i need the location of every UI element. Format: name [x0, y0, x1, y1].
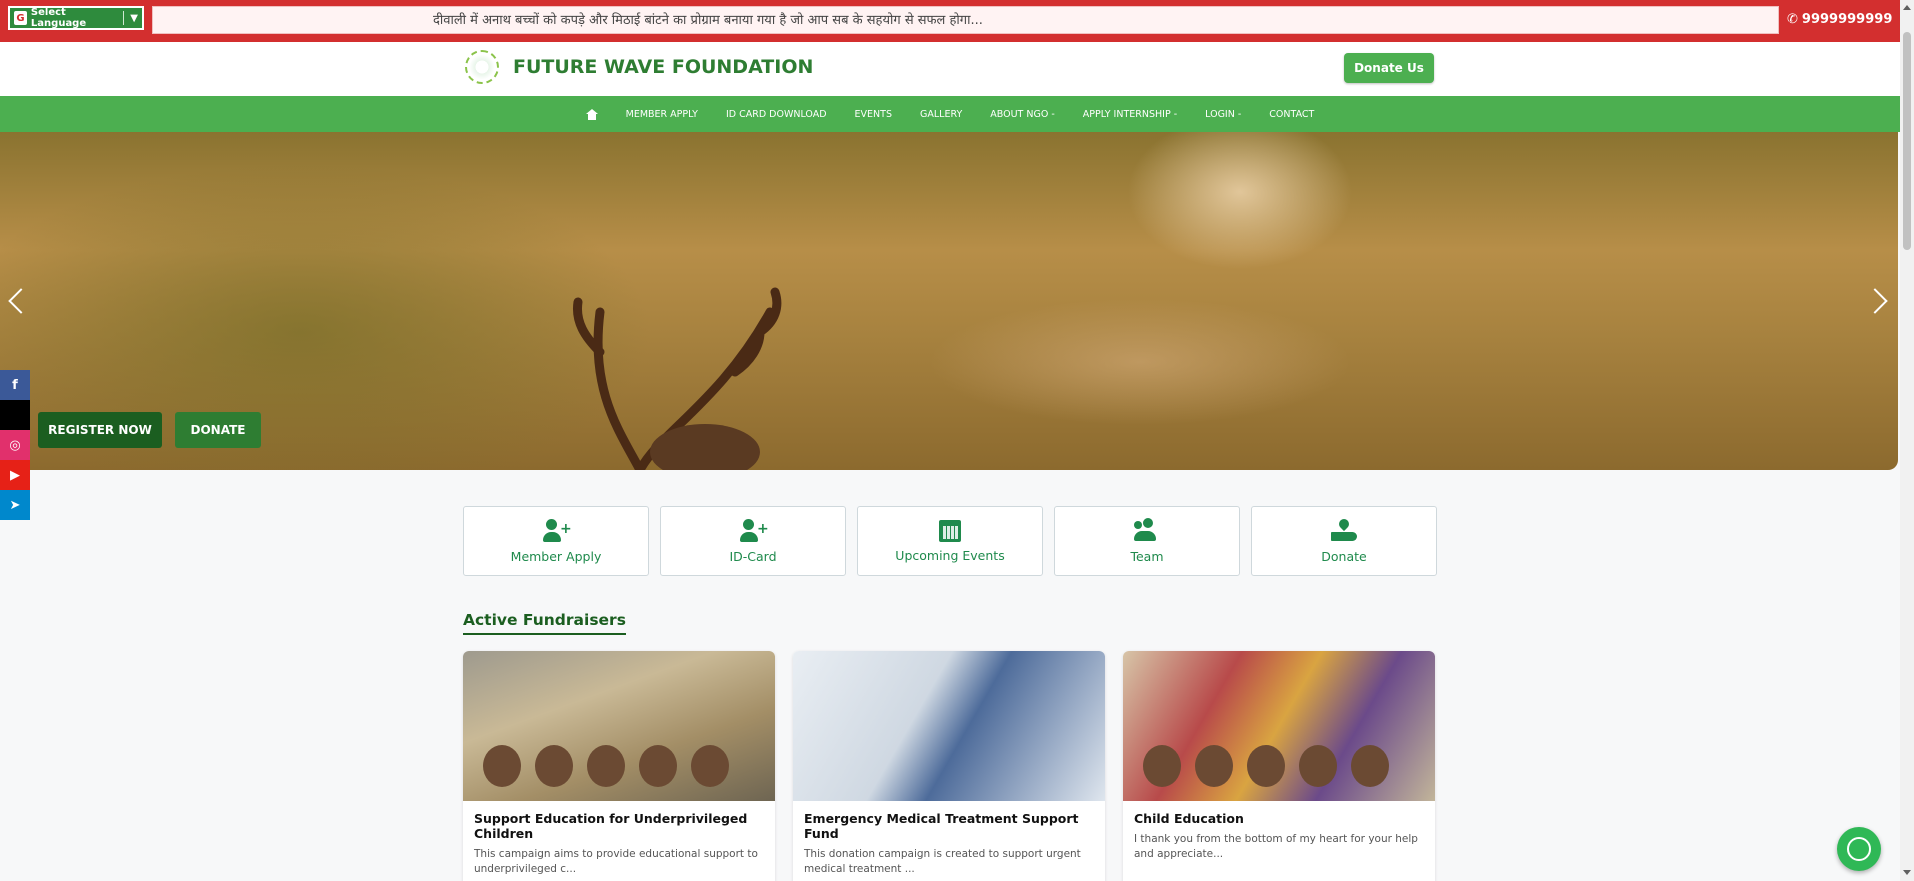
quick-links: + Member Apply + ID-Card Upcoming Events… — [463, 506, 1437, 576]
register-now-button[interactable]: REGISTER NOW — [38, 412, 162, 448]
nav-events[interactable]: EVENTS — [841, 109, 906, 120]
top-announcement-bar: G Select Language ▼ दीवाली में अनाथ बच्च… — [0, 0, 1900, 42]
nav-about-ngo[interactable]: ABOUT NGO - — [976, 109, 1069, 120]
fundraiser-title: Emergency Medical Treatment Support Fund — [804, 811, 1079, 841]
hero-slider: REGISTER NOW DONATE — [0, 132, 1898, 470]
donate-us-button[interactable]: Donate Us — [1344, 53, 1434, 83]
quick-link-label: Member Apply — [510, 548, 602, 564]
nav-id-card-download[interactable]: ID CARD DOWNLOAD — [712, 109, 841, 120]
fundraiser-card[interactable]: Support Education for Underprivileged Ch… — [463, 651, 775, 881]
calendar-icon — [939, 519, 961, 542]
user-plus-icon: + — [740, 518, 769, 543]
nav-login[interactable]: LOGIN - — [1191, 109, 1255, 120]
quick-link-label: Upcoming Events — [895, 547, 1005, 563]
fundraiser-image — [463, 651, 775, 801]
nav-gallery[interactable]: GALLERY — [906, 109, 976, 120]
ticker-text: दीवाली में अनाथ बच्चों को कपड़े और मिठाई… — [433, 13, 983, 28]
logo[interactable] — [465, 50, 499, 84]
team-icon — [1134, 519, 1160, 543]
hero-donate-button[interactable]: DONATE — [175, 412, 261, 448]
donate-hand-icon — [1331, 519, 1357, 543]
language-selector[interactable]: G Select Language ▼ — [8, 6, 144, 30]
phone-number: 9999999999 — [1801, 12, 1893, 27]
divider — [123, 11, 125, 25]
instagram-icon[interactable]: ◎ — [0, 430, 30, 460]
google-icon: G — [14, 11, 27, 25]
nav-home[interactable] — [572, 108, 612, 120]
nav-member-apply[interactable]: MEMBER APPLY — [612, 109, 712, 120]
fundraiser-description: This donation campaign is created to sup… — [804, 848, 1081, 875]
quick-link-member-apply[interactable]: + Member Apply — [463, 506, 649, 576]
fundraiser-title: Support Education for Underprivileged Ch… — [474, 811, 748, 841]
quick-link-label: Donate — [1321, 548, 1367, 564]
fundraiser-description: This campaign aims to provide educationa… — [474, 848, 758, 875]
news-ticker: दीवाली में अनाथ बच्चों को कपड़े और मिठाई… — [152, 6, 1779, 34]
scroll-down-arrow[interactable] — [1903, 870, 1911, 875]
fundraiser-description: I thank you from the bottom of my heart … — [1134, 833, 1418, 860]
x-icon[interactable] — [0, 400, 30, 430]
nav-apply-internship[interactable]: APPLY INTERNSHIP - — [1069, 109, 1191, 120]
language-label: Select Language — [30, 7, 87, 29]
phone-icon: ✆ — [1787, 12, 1798, 27]
main-navigation: MEMBER APPLY ID CARD DOWNLOAD EVENTS GAL… — [0, 96, 1900, 132]
quick-link-id-card[interactable]: + ID-Card — [660, 506, 846, 576]
fundraiser-image — [1123, 651, 1435, 801]
site-header: FUTURE WAVE FOUNDATION Donate Us — [0, 42, 1900, 96]
telegram-icon[interactable]: ➤ — [0, 490, 30, 520]
scrollbar[interactable] — [1900, 0, 1914, 881]
site-title[interactable]: FUTURE WAVE FOUNDATION — [513, 56, 813, 78]
fundraiser-card[interactable]: Emergency Medical Treatment Support Fund… — [793, 651, 1105, 881]
quick-link-donate[interactable]: Donate — [1251, 506, 1437, 576]
user-plus-icon: + — [543, 518, 572, 543]
fundraiser-image — [793, 651, 1105, 801]
chevron-down-icon: ▼ — [130, 12, 138, 24]
section-title-fundraisers: Active Fundraisers — [463, 611, 626, 635]
scrollbar-thumb[interactable] — [1903, 32, 1911, 250]
quick-link-team[interactable]: Team — [1054, 506, 1240, 576]
facebook-icon[interactable]: f — [0, 370, 30, 400]
nav-contact[interactable]: CONTACT — [1255, 109, 1328, 120]
scroll-up-arrow[interactable] — [1903, 5, 1911, 10]
quick-link-label: Team — [1130, 548, 1164, 564]
youtube-icon[interactable]: ▶ — [0, 460, 30, 490]
phone-link[interactable]: ✆ 9999999999 — [1787, 6, 1892, 42]
fundraiser-title: Child Education — [1134, 811, 1244, 826]
quick-link-upcoming-events[interactable]: Upcoming Events — [857, 506, 1043, 576]
fundraiser-card[interactable]: Child Education I thank you from the bot… — [1123, 651, 1435, 881]
quick-link-label: ID-Card — [729, 548, 777, 564]
social-sidebar: f ◎ ▶ ➤ — [0, 370, 30, 520]
deer-antlers-image — [572, 287, 782, 470]
fundraiser-cards: Support Education for Underprivileged Ch… — [463, 651, 1435, 881]
whatsapp-icon[interactable] — [1837, 827, 1881, 871]
home-icon — [585, 108, 598, 120]
